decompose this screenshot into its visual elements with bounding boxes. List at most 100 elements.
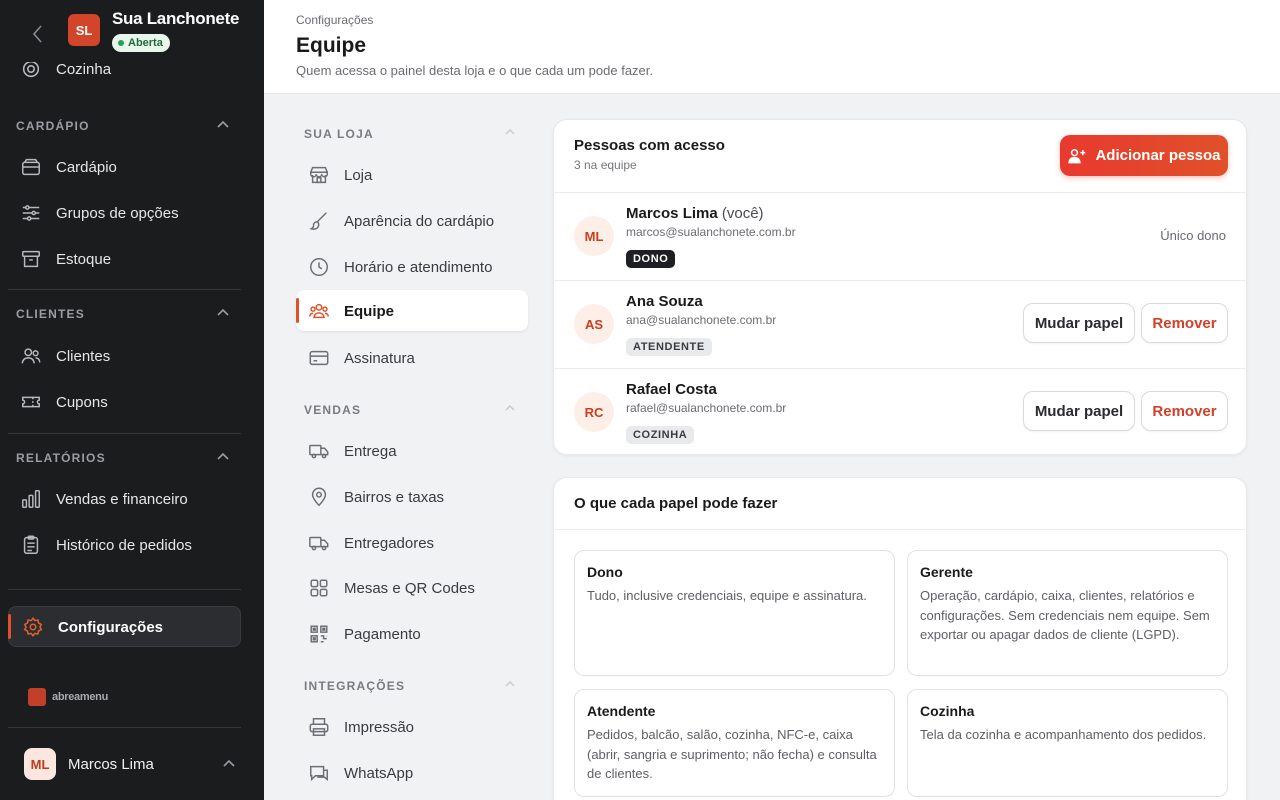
settings-item-bairros[interactable]: Bairros e taxas bbox=[308, 480, 444, 514]
sidebar-item-estoque[interactable]: Estoque bbox=[20, 241, 111, 277]
sidebar-item-label: Cupons bbox=[56, 393, 108, 411]
settings-item-mesas[interactable]: Mesas e QR Codes bbox=[308, 571, 475, 605]
sidebar-item-label: Grupos de opções bbox=[56, 204, 179, 222]
sidebar-item-label: Clientes bbox=[56, 347, 111, 365]
clipboard-icon bbox=[23, 535, 39, 554]
sidebar-divider bbox=[8, 433, 241, 434]
settings-item-pagamento[interactable]: Pagamento bbox=[308, 617, 421, 651]
chevron-up-icon[interactable] bbox=[504, 402, 516, 414]
people-access-card: Pessoas com acesso 3 na equipe Adicionar… bbox=[553, 119, 1247, 455]
sidebar-item-clientes[interactable]: Clientes bbox=[20, 338, 110, 374]
sliders-icon bbox=[22, 205, 40, 221]
avatar: AS bbox=[574, 304, 614, 344]
only-owner-note: Único dono bbox=[1160, 228, 1226, 243]
bar-chart-icon bbox=[22, 490, 40, 508]
settings-item-impressao[interactable]: Impressão bbox=[308, 710, 414, 744]
settings-section-sua-loja: SUA LOJA bbox=[304, 127, 374, 141]
you-marker: (você) bbox=[721, 205, 764, 222]
settings-item-equipe[interactable]: Equipe bbox=[308, 294, 394, 328]
role-name: Cozinha bbox=[920, 703, 975, 719]
settings-item-loja[interactable]: Loja bbox=[308, 158, 372, 192]
settings-item-label: Pagamento bbox=[344, 625, 421, 643]
settings-item-label: Mesas e QR Codes bbox=[344, 579, 475, 597]
settings-item-label: Equipe bbox=[344, 302, 395, 320]
settings-item-label: Entregadores bbox=[344, 534, 435, 552]
row-divider bbox=[554, 280, 1246, 281]
back-button[interactable] bbox=[26, 22, 50, 46]
sidebar: Cozinha SL Sua Lanchonete Aberta CARDÁPI… bbox=[0, 0, 264, 800]
settings-item-aparencia[interactable]: Aparência do cardápio bbox=[308, 204, 494, 238]
row-divider bbox=[554, 368, 1246, 369]
team-count: 3 na equipe bbox=[574, 158, 637, 172]
sidebar-item-configuracoes[interactable]: Configurações bbox=[22, 610, 163, 644]
role-badge: DONO bbox=[626, 250, 676, 268]
settings-item-label: Bairros e taxas bbox=[344, 488, 445, 506]
qr-code-icon bbox=[310, 625, 328, 643]
sidebar-item-grupos-de-opcoes[interactable]: Grupos de opções bbox=[20, 195, 179, 231]
truck-icon bbox=[309, 536, 329, 551]
person-name: Marcos Lima (você) bbox=[626, 205, 764, 222]
store-avatar: SL bbox=[68, 14, 100, 46]
remove-button[interactable]: Remover bbox=[1141, 303, 1228, 343]
settings-item-label: Aparência do cardápio bbox=[344, 212, 495, 230]
truck-icon bbox=[309, 444, 329, 459]
sidebar-item-label: Configurações bbox=[58, 618, 164, 636]
breadcrumb[interactable]: Configurações bbox=[296, 13, 373, 27]
change-role-button[interactable]: Mudar papel bbox=[1023, 391, 1135, 431]
user-avatar[interactable]: ML bbox=[24, 748, 56, 780]
sidebar-divider bbox=[8, 289, 241, 290]
user-plus-icon bbox=[1068, 148, 1086, 163]
chevron-up-icon[interactable] bbox=[222, 757, 236, 771]
sidebar-item-label: Histórico de pedidos bbox=[56, 536, 192, 554]
chevron-up-icon[interactable] bbox=[216, 118, 230, 132]
row-divider bbox=[554, 529, 1246, 530]
chevron-up-icon[interactable] bbox=[504, 678, 516, 690]
sidebar-item-cupons[interactable]: Cupons bbox=[20, 384, 108, 420]
card-title: Pessoas com acesso bbox=[574, 137, 725, 154]
page-subtitle: Quem acessa o painel desta loja e o que … bbox=[296, 63, 654, 78]
remove-button[interactable]: Remover bbox=[1141, 391, 1228, 431]
person-name: Rafael Costa bbox=[626, 381, 717, 398]
archive-icon bbox=[22, 250, 40, 268]
sidebar-item-historico-de-pedidos[interactable]: Histórico de pedidos bbox=[20, 527, 192, 563]
change-role-button[interactable]: Mudar papel bbox=[1023, 303, 1135, 343]
sidebar-section-cardapio: CARDÁPIO bbox=[16, 119, 90, 133]
chat-bubble-icon bbox=[310, 765, 328, 782]
settings-item-assinatura[interactable]: Assinatura bbox=[308, 341, 415, 375]
sidebar-section-relatorios: RELATÓRIOS bbox=[16, 451, 106, 465]
role-badge: ATENDENTE bbox=[626, 338, 712, 356]
sidebar-divider bbox=[8, 589, 241, 590]
role-description: Tudo, inclusive credenciais, equipe e as… bbox=[587, 588, 867, 603]
settings-item-label: Horário e atendimento bbox=[344, 258, 493, 276]
chevron-up-icon[interactable] bbox=[216, 306, 230, 320]
role-badge: COZINHA bbox=[626, 426, 695, 444]
clock-icon bbox=[310, 258, 328, 276]
sidebar-item-label: Cozinha bbox=[56, 60, 112, 78]
add-person-button[interactable]: Adicionar pessoa bbox=[1060, 135, 1228, 176]
store-name[interactable]: Sua Lanchonete bbox=[112, 9, 239, 29]
settings-item-entrega[interactable]: Entrega bbox=[308, 434, 397, 468]
person-name-text: Marcos Lima bbox=[626, 205, 718, 222]
settings-item-horario[interactable]: Horário e atendimento bbox=[308, 250, 492, 284]
settings-item-label: Entrega bbox=[344, 442, 397, 460]
avatar: RC bbox=[574, 392, 614, 432]
role-name: Atendente bbox=[587, 703, 656, 719]
sidebar-item-cardapio[interactable]: Cardápio bbox=[20, 149, 117, 185]
settings-item-label: Impressão bbox=[344, 718, 415, 736]
status-label: Aberta bbox=[128, 37, 163, 49]
sidebar-item-vendas-e-financeiro[interactable]: Vendas e financeiro bbox=[20, 481, 188, 517]
brand-name: abreamenu bbox=[52, 691, 108, 703]
brand-logo: abreamenu bbox=[28, 688, 108, 706]
roles-card: O que cada papel pode fazer Dono Tudo, i… bbox=[553, 477, 1247, 800]
chevron-up-icon[interactable] bbox=[504, 126, 516, 138]
settings-item-entregadores[interactable]: Entregadores bbox=[308, 526, 434, 560]
chevron-up-icon[interactable] bbox=[216, 450, 230, 464]
person-email: marcos@sualanchonete.com.br bbox=[626, 225, 796, 239]
person-name: Ana Souza bbox=[626, 293, 703, 310]
settings-item-whatsapp[interactable]: WhatsApp bbox=[308, 756, 413, 790]
user-name[interactable]: Marcos Lima bbox=[68, 756, 154, 773]
gear-icon bbox=[23, 617, 43, 637]
store-icon bbox=[310, 166, 328, 184]
page-header: Configurações Equipe Quem acessa o paine… bbox=[264, 0, 1280, 94]
settings-item-label: Assinatura bbox=[344, 349, 415, 367]
